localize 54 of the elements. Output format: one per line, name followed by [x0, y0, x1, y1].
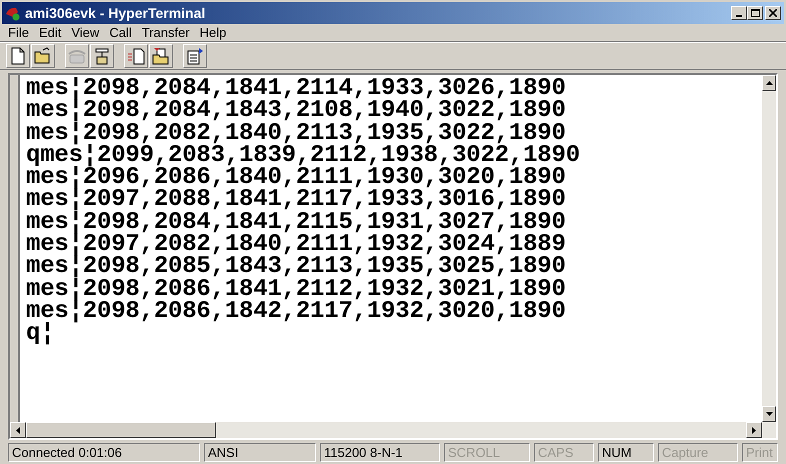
vertical-scrollbar[interactable]: [762, 75, 776, 438]
scroll-right-button[interactable]: [746, 422, 762, 438]
dial-toolbar-button[interactable]: [90, 44, 114, 68]
terminal-line: mes¦2098,2086,1842,2117,1932,3020,1890: [26, 300, 566, 324]
status-panel: ANSI: [204, 443, 316, 462]
properties-icon: [185, 46, 205, 66]
menu-item[interactable]: Call: [105, 22, 136, 42]
menu-item[interactable]: File: [4, 22, 33, 42]
horizontal-scrollbar[interactable]: [10, 422, 762, 438]
status-panel: 115200 8-N-1: [320, 443, 440, 462]
terminal-line: mes¦2098,2085,1843,2113,1935,3025,1890: [26, 256, 566, 279]
properties-toolbar-button[interactable]: [183, 44, 207, 68]
window-title: ami306evk - HyperTerminal: [25, 4, 206, 23]
terminal-line: mes¦2098,2084,1843,2108,1940,3022,1890: [26, 100, 566, 123]
maximize-icon: [750, 9, 760, 17]
terminal-line: q¦: [26, 323, 54, 346]
folder-icon: [151, 46, 171, 66]
up-arrow-icon: [766, 81, 772, 85]
terminal-line: mes¦2098,2084,1841,2115,1931,3027,1890: [26, 212, 566, 234]
app-icon: [5, 5, 21, 21]
close-icon: [769, 9, 777, 17]
document-icon: [126, 46, 146, 66]
status-panel: Capture: [658, 443, 738, 462]
down-arrow-icon: [766, 412, 772, 416]
scroll-thumb[interactable]: [26, 422, 216, 438]
right-arrow-icon: [752, 426, 756, 434]
terminal-line: mes¦2098,2084,1841,2114,1933,3026,1890: [26, 78, 566, 100]
terminal-line: qmes¦2099,2083,1839,2112,1938,3022,1890: [26, 144, 580, 168]
status-panel: Print: [742, 443, 778, 462]
send-toolbar-button[interactable]: [124, 44, 148, 68]
terminal-line: mes¦2097,2088,1841,2117,1933,3016,1890: [26, 189, 566, 212]
terminal-line: mes¦2097,2082,1840,2111,1932,3024,1889: [26, 234, 566, 256]
menu-item[interactable]: Edit: [34, 22, 66, 42]
menu-item[interactable]: Help: [196, 22, 230, 42]
status-panel: Connected 0:01:06: [8, 443, 200, 462]
scroll-up-button[interactable]: [762, 75, 776, 91]
terminal-line: mes¦2098,2082,1840,2113,1935,3022,1890: [26, 122, 566, 145]
receive-toolbar-button[interactable]: [149, 44, 173, 68]
status-panel: SCROLL: [444, 443, 530, 462]
status-panel: CAPS: [534, 443, 594, 462]
maximize-button[interactable]: [747, 6, 763, 20]
status-panel: NUM: [598, 443, 654, 462]
left-arrow-icon: [16, 426, 20, 434]
minimize-button[interactable]: [731, 6, 747, 20]
scroll-left-button[interactable]: [10, 422, 26, 438]
menu-item[interactable]: Transfer: [138, 22, 194, 42]
new-toolbar-button[interactable]: [6, 44, 30, 68]
open-toolbar-button[interactable]: [31, 44, 55, 68]
menu-item[interactable]: View: [67, 22, 104, 42]
minimize-icon: [736, 15, 742, 17]
scroll-down-button[interactable]: [762, 406, 776, 422]
terminal-line: mes¦2098,2086,1841,2112,1932,3021,1890: [26, 278, 566, 301]
terminal-line: mes¦2096,2086,1840,2111,1930,3020,1890: [26, 167, 566, 190]
close-button[interactable]: [765, 6, 781, 20]
